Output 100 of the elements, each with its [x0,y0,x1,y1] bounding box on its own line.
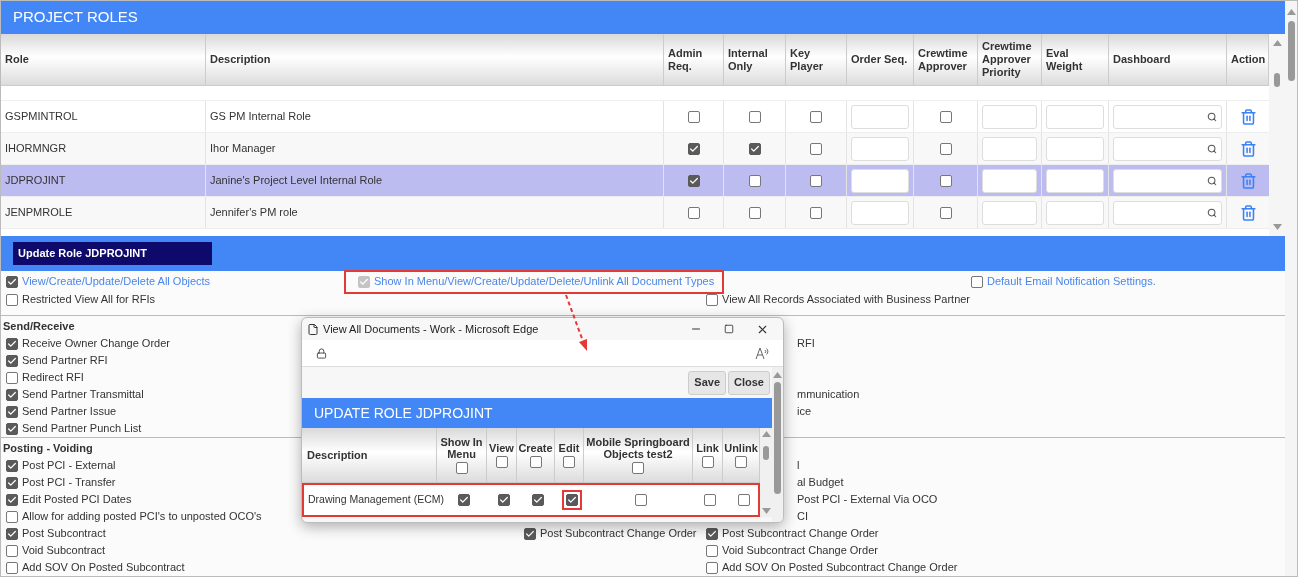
table-row[interactable]: IHORMNGR Ihor Manager [1,133,1269,165]
checkbox[interactable] [632,462,644,474]
scroll-up-icon[interactable] [1286,9,1296,15]
maximize-icon[interactable] [724,324,734,334]
section-heading: Posting - Voiding [3,441,93,457]
input-field[interactable] [851,104,909,129]
checkbox[interactable] [706,527,718,540]
scrollbar[interactable] [760,428,772,517]
checkbox[interactable] [939,206,952,219]
popup-button[interactable]: Save [688,370,727,395]
checkbox[interactable] [810,174,822,187]
checkbox[interactable] [6,371,18,384]
input-field[interactable] [1046,200,1104,225]
input-field[interactable] [982,168,1037,193]
delete-icon[interactable] [1239,203,1257,222]
search-icon [1207,143,1217,154]
column-header: Create [518,442,553,454]
checkbox[interactable] [6,510,18,523]
checkbox[interactable] [748,142,761,155]
checkbox[interactable] [634,494,647,506]
search-field[interactable] [1113,136,1222,161]
checkbox[interactable] [687,142,700,155]
checkbox[interactable] [810,110,822,123]
option-label: RFI [797,336,815,352]
option-link[interactable]: Default Email Notification Settings. [987,273,1156,290]
checkbox[interactable] [6,275,18,288]
checkbox[interactable] [971,275,983,288]
column-header: Description [307,447,368,463]
checkbox[interactable] [737,494,750,506]
checkbox[interactable] [687,206,700,219]
checkbox[interactable] [6,405,18,418]
checkbox[interactable] [939,142,952,155]
checkbox[interactable] [524,527,536,540]
scroll-up-icon[interactable] [1272,40,1282,46]
input-field[interactable] [1046,168,1104,193]
input-field[interactable] [1046,104,1104,129]
scroll-up-icon[interactable] [761,431,771,437]
read-aloud-icon[interactable] [755,346,769,360]
checkbox[interactable] [6,293,18,306]
checkbox[interactable] [748,206,761,219]
checkbox[interactable] [706,561,718,574]
checkbox[interactable] [748,110,761,123]
page-scrollbar[interactable] [1285,1,1297,576]
delete-icon[interactable] [1239,107,1257,126]
checkbox[interactable] [6,544,18,557]
checkbox[interactable] [748,174,761,187]
input-field[interactable] [851,168,909,193]
checkbox[interactable] [6,388,18,401]
input-field[interactable] [982,104,1037,129]
update-role-label: Update Role JDPROJINT [13,242,212,265]
checkbox[interactable] [6,354,18,367]
option-label: Send Partner Punch List [22,421,142,437]
popup-button[interactable]: Close [728,370,770,395]
scrollbar-thumb[interactable] [1274,73,1280,87]
checkbox[interactable] [6,337,18,350]
option-label: Send Partner Issue [22,404,117,420]
checkbox[interactable] [6,527,18,540]
table-row[interactable]: JENPMROLE Jennifer's PM role [1,197,1269,229]
scrollbar-thumb[interactable] [1287,21,1295,81]
checkbox[interactable] [6,493,18,506]
option-link[interactable]: View/Create/Update/Delete All Objects [22,273,211,290]
checkbox[interactable] [6,561,18,574]
checkbox[interactable] [455,462,468,474]
checkbox[interactable] [704,494,716,506]
search-field[interactable] [1113,104,1222,129]
input-field[interactable] [982,200,1037,225]
input-field[interactable] [982,136,1037,161]
checkbox[interactable] [939,110,952,123]
search-field[interactable] [1113,168,1222,193]
table-row[interactable]: JDPROJINT Janine's Project Level Internal Role [1,165,1269,197]
scrollbar[interactable] [772,367,783,522]
checkbox[interactable] [6,476,18,489]
checkbox[interactable] [939,174,952,187]
search-field[interactable] [1113,200,1222,225]
checkbox[interactable] [529,456,542,468]
checkbox[interactable] [687,110,700,123]
scrollbar-thumb[interactable] [774,382,781,494]
scrollbar-thumb[interactable] [763,445,769,460]
scroll-up-icon[interactable] [773,372,782,378]
checkbox[interactable] [6,459,18,472]
scrollbar[interactable] [1269,34,1285,236]
checkbox[interactable] [6,422,18,435]
checkbox[interactable] [687,174,700,187]
input-field[interactable] [851,200,909,225]
scroll-down-icon[interactable] [761,508,771,514]
scroll-down-icon[interactable] [1272,224,1282,230]
checkbox[interactable] [458,494,470,506]
checkbox[interactable] [563,456,575,468]
table-row[interactable]: GSPMINTROL GS PM Internal Role [1,101,1269,133]
checkbox[interactable] [735,456,747,468]
checkbox[interactable] [810,142,822,155]
checkbox[interactable] [498,494,510,506]
checkbox[interactable] [495,456,508,468]
input-field[interactable] [851,136,909,161]
checkbox[interactable] [532,494,544,506]
checkbox[interactable] [810,206,822,219]
checkbox[interactable] [701,456,714,468]
input-field[interactable] [1046,136,1104,161]
checkbox[interactable] [706,544,718,557]
delete-icon[interactable] [1239,139,1257,158]
